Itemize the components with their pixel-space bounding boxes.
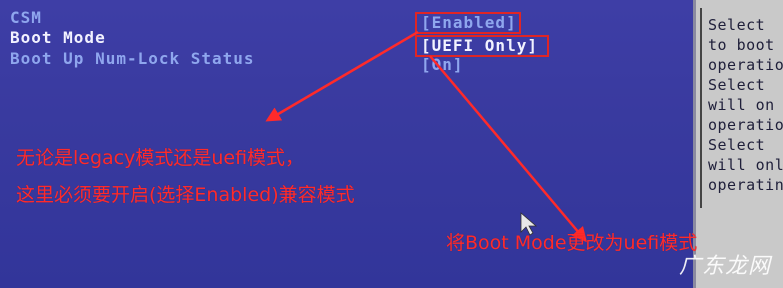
annotation-line-2: 这里必须要开启(选择Enabled)兼容模式 — [16, 184, 355, 206]
arrow-to-bootmode-note — [429, 55, 587, 243]
annotation-line-1: 无论是legacy模式还是uefi模式， — [16, 147, 305, 169]
arrow-to-csm-note — [265, 30, 419, 122]
watermark: 广东龙网 — [678, 254, 771, 279]
annotation-line-3: 将Boot Mode更改为uefi模式 — [446, 232, 698, 254]
